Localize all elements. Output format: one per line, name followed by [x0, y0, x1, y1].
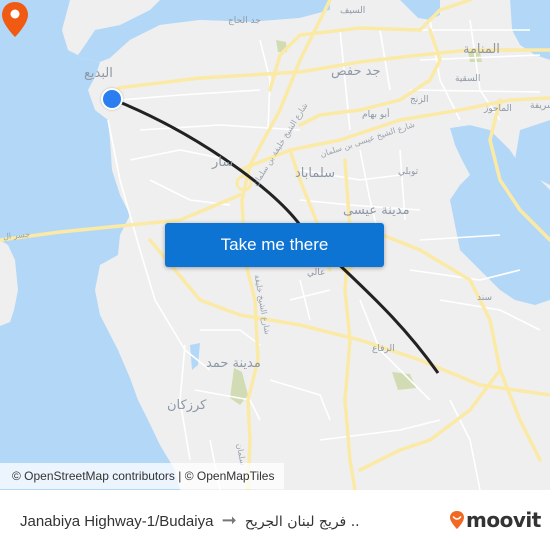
moovit-wordmark: moovit — [466, 508, 541, 532]
label-hamad-town: مدينة حمد — [206, 356, 261, 371]
map[interactable]: البديع جد الحاج السيف المنامة جد حفص الس… — [0, 0, 550, 490]
label-aali: عالي — [307, 268, 326, 278]
origin-stop-name: Janabiya Highway-1/Budaiya — [20, 513, 214, 530]
label-abu-bahham: أبو بهام — [362, 110, 390, 120]
arrow-right-icon: ➞ — [221, 510, 237, 530]
label-karzakan: كرزكان — [167, 398, 207, 413]
hamad-pond — [190, 343, 200, 370]
destination-name: فريج لبنان الجريح .. — [244, 514, 360, 530]
moovit-logo[interactable]: moovit — [449, 508, 541, 532]
map-pin-icon[interactable] — [0, 0, 30, 40]
minor-road — [269, 379, 331, 421]
label-budaiya: البديع — [84, 66, 113, 81]
moovit-pin-icon — [450, 511, 464, 529]
minor-road — [139, 124, 301, 131]
label-alsehla: السقية — [455, 74, 481, 84]
minor-road — [299, 279, 311, 321]
label-mahooz: الماحوز — [484, 104, 512, 114]
label-sanad: سند — [477, 293, 492, 303]
take-me-there-button[interactable]: Take me there — [165, 223, 384, 267]
label-saar: سار — [212, 155, 234, 170]
label-manama: المنامة — [463, 42, 500, 57]
origin-dot-icon[interactable] — [101, 88, 123, 110]
label-alsaif: السيف — [340, 6, 366, 16]
label-riffa: الرفاع — [372, 344, 395, 354]
label-juffair: شريفة — [530, 101, 550, 111]
route-summary: Janabiya Highway-1/Budaiya ➞ فريج لبنان … — [20, 490, 360, 550]
label-jidhafs: جد حفص — [331, 64, 381, 79]
footer: Janabiya Highway-1/Budaiya ➞ فريج لبنان … — [0, 490, 550, 550]
label-tubli: توبلي — [398, 167, 419, 177]
minor-road — [289, 289, 331, 301]
map-attribution[interactable]: © OpenStreetMap contributors | © OpenMap… — [0, 463, 285, 489]
minor-road — [149, 179, 231, 206]
label-alzinj: الزنج — [410, 95, 429, 105]
label-isa-town: مدينة عيسى — [343, 203, 410, 218]
label-jidd-alhaj: جد الحاج — [228, 16, 261, 26]
minor-road — [200, 329, 261, 346]
minor-road — [319, 419, 441, 441]
label-salmabad: سلماباد — [295, 166, 336, 181]
